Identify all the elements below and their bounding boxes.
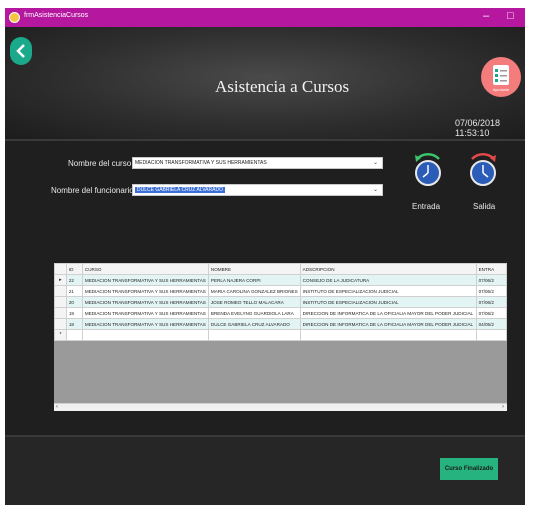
app-icon bbox=[9, 12, 20, 23]
table-cell[interactable]: INSTITUTO DE ESPECIALIZACION JUDICIAL bbox=[299, 296, 477, 308]
row-selector[interactable] bbox=[54, 296, 67, 308]
back-button[interactable] bbox=[10, 37, 32, 65]
table-cell[interactable] bbox=[299, 329, 477, 341]
table-cell[interactable]: MEDIACION TRANSFORMATIVA Y SUS HERRAMIEN… bbox=[81, 307, 209, 319]
checklist-icon bbox=[493, 65, 509, 85]
official-label: Nombre del funcionario bbox=[51, 186, 134, 195]
row-selector[interactable] bbox=[54, 318, 67, 330]
table-row[interactable]: ▸ 22 MEDIACION TRANSFORMATIVA Y SUS HERR… bbox=[54, 274, 507, 286]
page-title: Asistencia a Cursos bbox=[215, 77, 350, 96]
course-select[interactable]: MEDIACION TRANSFORMATIVA Y SUS HERRAMIEN… bbox=[132, 157, 383, 169]
table-cell[interactable]: 07/06/2 bbox=[475, 274, 507, 286]
divider bbox=[5, 139, 525, 141]
table-cell[interactable]: MEDIACION TRANSFORMATIVA Y SUS HERRAMIEN… bbox=[81, 296, 209, 308]
row-selector[interactable] bbox=[54, 285, 67, 297]
column-header[interactable]: ADSCRIPCION bbox=[299, 263, 477, 275]
table-row[interactable]: 20 MEDIACION TRANSFORMATIVA Y SUS HERRAM… bbox=[54, 296, 507, 308]
table-cell[interactable]: JOSE ROMEO TELLO MALACARA bbox=[207, 296, 301, 308]
table-cell[interactable]: BRENDA EVELYNG GUARDIOLA LARA bbox=[207, 307, 301, 319]
app-window: frmAsistenciaCursos – □ Asistencia a Cur… bbox=[5, 8, 525, 505]
maximize-button[interactable]: □ bbox=[507, 10, 514, 22]
row-header-corner bbox=[54, 263, 67, 275]
course-label: Nombre del curso bbox=[68, 159, 132, 168]
report-button[interactable]: Ayudante bbox=[481, 57, 521, 97]
table-cell[interactable]: 18 bbox=[65, 318, 83, 330]
column-header[interactable]: CURSO bbox=[81, 263, 209, 275]
table-cell[interactable]: 20 bbox=[65, 296, 83, 308]
header: Asistencia a Cursos Ayudante 07/06/2018 … bbox=[5, 27, 525, 139]
table-cell[interactable]: 22 bbox=[65, 274, 83, 286]
table-row[interactable]: 21 MEDIACION TRANSFORMATIVA Y SUS HERRAM… bbox=[54, 285, 507, 297]
row-selector[interactable] bbox=[54, 307, 67, 319]
clock-entry-icon bbox=[415, 152, 441, 186]
table-cell[interactable]: 07/06/2 bbox=[475, 296, 507, 308]
column-header[interactable]: NOMBRE bbox=[207, 263, 301, 275]
official-select-value: DULCE GABRIELA CRUZ ALVARADO bbox=[135, 187, 225, 193]
table-cell[interactable]: PERLA NAJERA CORPI bbox=[207, 274, 301, 286]
table-cell[interactable]: 21 bbox=[65, 285, 83, 297]
scroll-right-icon[interactable]: › bbox=[502, 404, 504, 410]
entry-label: Entrada bbox=[412, 202, 441, 211]
table-cell[interactable] bbox=[65, 329, 83, 341]
table-cell[interactable] bbox=[475, 329, 507, 341]
column-header[interactable]: ENTRA bbox=[475, 263, 507, 275]
table-row[interactable]: 18 MEDIACION TRANSFORMATIVA Y SUS HERRAM… bbox=[54, 318, 507, 330]
entry-button[interactable] bbox=[410, 149, 446, 196]
table-cell[interactable]: MEDIACION TRANSFORMATIVA Y SUS HERRAMIEN… bbox=[81, 274, 209, 286]
table-cell[interactable]: 07/06/2 bbox=[475, 285, 507, 297]
column-header[interactable]: ID bbox=[65, 263, 83, 275]
window-title: frmAsistenciaCursos bbox=[24, 12, 89, 19]
scroll-left-icon[interactable]: ‹ bbox=[56, 404, 58, 410]
table-cell[interactable] bbox=[81, 329, 209, 341]
clock-exit-icon bbox=[470, 152, 496, 186]
chevron-down-icon[interactable]: ⌄ bbox=[373, 159, 378, 166]
table-cell[interactable]: MEDIACION TRANSFORMATIVA Y SUS HERRAMIEN… bbox=[81, 285, 209, 297]
minimize-button[interactable]: – bbox=[483, 10, 489, 22]
table-row[interactable]: 19 MEDIACION TRANSFORMATIVA Y SUS HERRAM… bbox=[54, 307, 507, 319]
new-row[interactable]: * bbox=[54, 329, 507, 341]
table-cell[interactable]: DIRECCION DE INFORMATICA DE LA OFICIALIA… bbox=[299, 318, 477, 330]
chevron-left-icon bbox=[16, 44, 25, 58]
footer: Curso Finalizado bbox=[5, 435, 525, 505]
table-cell[interactable]: INSTITUTO DE ESPECIALIZACION JUDICIAL bbox=[299, 285, 477, 297]
table-cell[interactable]: 07/06/2 bbox=[475, 307, 507, 319]
table-cell[interactable]: 04/05/2 bbox=[475, 318, 507, 330]
official-select[interactable]: DULCE GABRIELA CRUZ ALVARADO ⌄ bbox=[132, 184, 383, 196]
row-selector[interactable]: ▸ bbox=[54, 274, 67, 286]
exit-label: Salida bbox=[473, 202, 496, 211]
table-header-row: ID CURSO NOMBRE ADSCRIPCION ENTRA bbox=[54, 263, 507, 275]
datetime-display: 07/06/2018 11:53:10 bbox=[455, 118, 501, 138]
table-cell[interactable]: 19 bbox=[65, 307, 83, 319]
horizontal-scrollbar[interactable]: ‹ › bbox=[54, 403, 507, 411]
chevron-down-icon[interactable]: ⌄ bbox=[373, 186, 378, 193]
table-cell[interactable]: MEDIACION TRANSFORMATIVA Y SUS HERRAMIEN… bbox=[81, 318, 209, 330]
exit-button[interactable] bbox=[465, 149, 501, 196]
table-cell[interactable] bbox=[207, 329, 301, 341]
row-selector[interactable]: * bbox=[54, 329, 67, 341]
attendance-table: ID CURSO NOMBRE ADSCRIPCION ENTRA ▸ 22 M… bbox=[54, 263, 507, 341]
table-cell[interactable]: DULCE GABRIELA CRUZ ALVARADO bbox=[207, 318, 301, 330]
table-cell[interactable]: MARIA CAROLINA GONZALEZ BRIONES bbox=[207, 285, 301, 297]
course-select-value: MEDIACION TRANSFORMATIVA Y SUS HERRAMIEN… bbox=[135, 160, 267, 166]
title-bar: frmAsistenciaCursos – □ bbox=[5, 8, 525, 27]
table-cell[interactable]: CONSEJO DE LA JUDICATURA bbox=[299, 274, 477, 286]
finish-course-button[interactable]: Curso Finalizado bbox=[440, 458, 498, 480]
table-cell[interactable]: DIRECCION DE INFORMATICA DE LA OFICIALIA… bbox=[299, 307, 477, 319]
attendance-grid[interactable]: ID CURSO NOMBRE ADSCRIPCION ENTRA ▸ 22 M… bbox=[54, 263, 507, 411]
report-caption: Ayudante bbox=[492, 87, 510, 92]
